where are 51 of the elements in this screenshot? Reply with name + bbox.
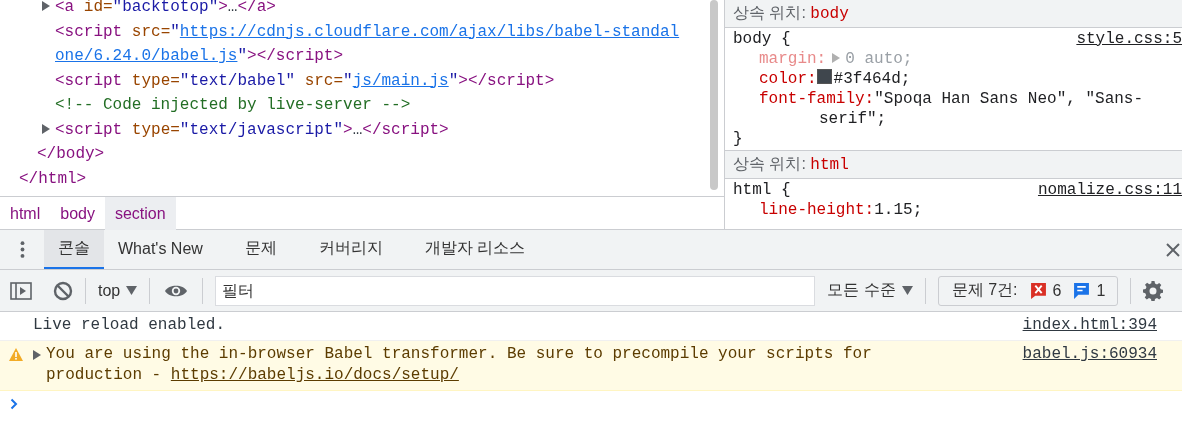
clear-icon[interactable]: [53, 280, 73, 301]
source-link[interactable]: nomalize.css:11: [1037, 180, 1182, 200]
source-link[interactable]: style.css:5: [1076, 29, 1182, 49]
drawer-tab[interactable]: What's New: [104, 230, 217, 269]
context-dropdown[interactable]: top: [98, 281, 138, 300]
link[interactable]: https://babeljs.io/docs/setup/: [170, 366, 459, 384]
source-link[interactable]: index.html:394: [1022, 315, 1157, 336]
breadcrumb[interactable]: html: [0, 197, 51, 230]
sidebar-toggle-icon[interactable]: [10, 281, 32, 300]
expand-arrow-icon[interactable]: [42, 1, 50, 11]
css-declaration: color: #3f464d;: [758, 69, 912, 89]
color-swatch[interactable]: [816, 69, 832, 84]
expand-arrow-icon[interactable]: [33, 350, 41, 360]
close-icon[interactable]: [1166, 242, 1180, 257]
dom-node[interactable]: <a id="backtotop">…</a>: [55, 0, 688, 20]
css-selector: html {: [733, 180, 791, 200]
dom-node[interactable]: <script type="text/babel" src="js/main.js"></script>: [55, 68, 688, 93]
breadcrumb[interactable]: section: [104, 197, 176, 230]
levels-dropdown[interactable]: 모든 수준: [827, 280, 913, 301]
css-selector: body {: [733, 29, 791, 49]
drawer-tab[interactable]: 커버리지: [304, 230, 397, 269]
dom-node[interactable]: <!-- Code injected by live-server -->: [55, 93, 688, 118]
settings-icon[interactable]: [1143, 280, 1164, 301]
console-message: You are using the in-browser Babel transformer. Be sure to precompile your scripts for production - https://babeljs.io/docs/setup/: [46, 344, 873, 386]
prompt-chevron-icon[interactable]: [10, 398, 18, 410]
dom-node[interactable]: </html>: [19, 166, 688, 191]
drawer-tab[interactable]: 개발자 리소스: [410, 230, 540, 269]
console-message: Live reload enabled.: [33, 315, 227, 336]
dom-node[interactable]: <script type="text/javascript">…</script>: [55, 117, 688, 142]
filter-field[interactable]: 필터: [215, 275, 816, 306]
caret-icon: [126, 286, 138, 295]
inherited-header: 상속 위치: body: [725, 0, 1182, 28]
more-menu-icon[interactable]: [20, 241, 25, 258]
dom-node[interactable]: <script src="https://cdnjs.cloudflare.com/ajax/libs/babel-standalone/6.24.0/babel.js"></script>: [55, 19, 688, 69]
css-declaration: line-height:1.15;: [758, 200, 924, 220]
caret-icon: [901, 286, 913, 295]
css-declaration: margin: 0 auto;: [758, 49, 914, 69]
dom-node[interactable]: </body>: [37, 142, 688, 167]
scrollbar-thumb[interactable]: [710, 0, 718, 190]
css-declaration: font-family:"Spoqa Han Sans Neo", "Sans-serif";: [758, 89, 1145, 129]
expand-arrow-icon[interactable]: [42, 123, 50, 134]
warning-icon: [9, 348, 23, 361]
error-icon: [1029, 282, 1047, 299]
inherited-header: 상속 위치: html: [725, 150, 1182, 179]
info-icon: [1073, 282, 1091, 299]
drawer-tab[interactable]: 콘솔: [44, 230, 104, 269]
source-link[interactable]: babel.js:60934: [1022, 344, 1157, 365]
closing-brace: }: [733, 129, 744, 149]
breadcrumb[interactable]: body: [50, 197, 105, 230]
issues-button[interactable]: 문제 7건: 6 1: [937, 275, 1119, 306]
drawer-tab[interactable]: 문제: [230, 230, 291, 269]
